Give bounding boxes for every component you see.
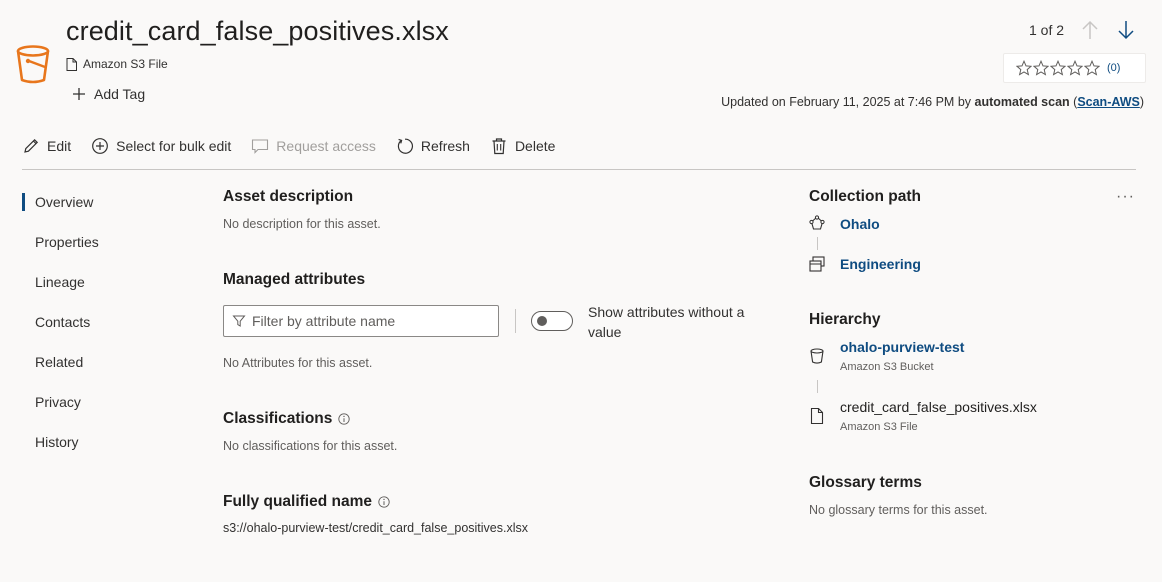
filter-divider	[515, 309, 516, 333]
filter-icon	[232, 314, 246, 328]
add-tag-button[interactable]: Add Tag	[72, 86, 145, 102]
star-icon[interactable]	[1016, 60, 1032, 76]
hierarchy-file-type: Amazon S3 File	[840, 421, 918, 433]
collection-link-engineering[interactable]: Engineering	[840, 256, 921, 272]
nav-item-privacy[interactable]: Privacy	[22, 390, 99, 430]
updated-by: automated scan	[974, 95, 1070, 109]
fqn-value: s3://ohalo-purview-test/credit_card_fals…	[223, 521, 528, 535]
managed-attributes-heading: Managed attributes	[223, 271, 365, 289]
add-circle-icon	[91, 137, 109, 155]
info-icon[interactable]	[338, 413, 351, 425]
refresh-icon	[396, 137, 414, 155]
star-icon[interactable]	[1033, 60, 1049, 76]
path-connector	[817, 237, 818, 250]
hierarchy-current-file: credit_card_false_positives.xlsx	[840, 399, 1037, 415]
collection-path-title: Collection path	[809, 188, 921, 205]
hierarchy-heading: Hierarchy	[809, 311, 881, 329]
toggle-knob	[537, 316, 547, 326]
trash-icon	[490, 137, 508, 155]
updated-prefix: Updated on February 11, 2025 at 7:46 PM …	[721, 95, 975, 109]
asset-description-title: Asset description	[223, 188, 354, 205]
asset-description-heading: Asset description	[223, 188, 353, 206]
star-icon[interactable]	[1084, 60, 1100, 76]
star-icon[interactable]	[1050, 60, 1066, 76]
pager-text: 1 of 2	[1029, 22, 1065, 38]
delete-label: Delete	[514, 138, 556, 154]
file-icon	[808, 407, 826, 425]
toolbar-divider	[22, 169, 1136, 170]
nav-item-related[interactable]: Related	[22, 350, 99, 390]
file-icon	[66, 57, 77, 71]
show-empty-attributes-toggle[interactable]	[531, 311, 573, 331]
nav-item-contacts[interactable]: Contacts	[22, 310, 99, 350]
more-options-button[interactable]: ···	[1116, 188, 1135, 206]
delete-button[interactable]: Delete	[490, 137, 555, 155]
fully-qualified-name-heading: Fully qualified name	[223, 493, 390, 511]
rating-count[interactable]: (0)	[1107, 62, 1120, 74]
last-updated-text: Updated on February 11, 2025 at 7:46 PM …	[721, 95, 1144, 109]
nav-item-properties[interactable]: Properties	[22, 230, 99, 270]
edit-button[interactable]: Edit	[22, 137, 71, 155]
fqn-title: Fully qualified name	[223, 493, 372, 510]
refresh-button[interactable]: Refresh	[396, 137, 470, 155]
bucket-icon	[808, 347, 826, 365]
path-connector	[817, 380, 818, 393]
glossary-terms-heading: Glossary terms	[809, 474, 922, 492]
asset-description-text: No description for this asset.	[223, 217, 381, 231]
collection-root-icon	[808, 215, 826, 233]
classifications-text: No classifications for this asset.	[223, 439, 398, 453]
request-access-button[interactable]: Request access	[251, 137, 376, 155]
updated-close-paren: )	[1139, 95, 1144, 109]
asset-type-label: Amazon S3 File	[83, 57, 168, 71]
bulk-edit-label: Select for bulk edit	[116, 138, 232, 154]
collection-link-ohalo[interactable]: Ohalo	[840, 216, 880, 232]
classifications-heading: Classifications	[223, 410, 351, 428]
arrow-up-icon[interactable]	[1079, 18, 1101, 42]
attribute-filter-input[interactable]	[252, 313, 482, 329]
edit-label: Edit	[47, 138, 72, 154]
nav-item-lineage[interactable]: Lineage	[22, 270, 99, 310]
no-attributes-text: No Attributes for this asset.	[223, 356, 373, 370]
glossary-terms-text: No glossary terms for this asset.	[809, 503, 988, 517]
arrow-down-icon[interactable]	[1115, 18, 1137, 42]
nav-item-overview[interactable]: Overview	[22, 190, 99, 230]
collection-icon	[808, 255, 826, 273]
asset-type: Amazon S3 File	[66, 57, 168, 71]
hierarchy-link-bucket[interactable]: ohalo-purview-test	[840, 339, 964, 355]
managed-attributes-title: Managed attributes	[223, 271, 366, 288]
page-title: credit_card_false_positives.xlsx	[66, 16, 449, 46]
nav-item-history[interactable]: History	[22, 430, 99, 470]
attribute-filter-field[interactable]	[223, 305, 499, 337]
select-bulk-edit-button[interactable]: Select for bulk edit	[91, 137, 231, 155]
asset-nav: Overview Properties Lineage Contacts Rel…	[22, 190, 99, 470]
pencil-icon	[22, 137, 40, 155]
hierarchy-title: Hierarchy	[809, 311, 881, 328]
s3-bucket-logo-icon	[14, 42, 52, 84]
collection-path-heading: Collection path	[809, 188, 921, 206]
classifications-title: Classifications	[223, 410, 333, 427]
star-icon[interactable]	[1067, 60, 1083, 76]
request-access-label: Request access	[276, 138, 376, 154]
command-bar: Edit Select for bulk edit Request access…	[22, 134, 575, 158]
info-icon[interactable]	[378, 496, 390, 508]
message-icon	[251, 137, 269, 155]
toggle-label: Show attributes without a value	[588, 304, 745, 340]
scan-source-link[interactable]: Scan-AWS	[1077, 95, 1140, 109]
refresh-label: Refresh	[420, 138, 470, 154]
glossary-terms-title: Glossary terms	[809, 474, 922, 491]
rating-widget: (0)	[1003, 53, 1146, 83]
add-tag-label: Add Tag	[94, 86, 146, 102]
plus-icon	[72, 87, 86, 101]
hierarchy-bucket-type: Amazon S3 Bucket	[840, 361, 934, 373]
